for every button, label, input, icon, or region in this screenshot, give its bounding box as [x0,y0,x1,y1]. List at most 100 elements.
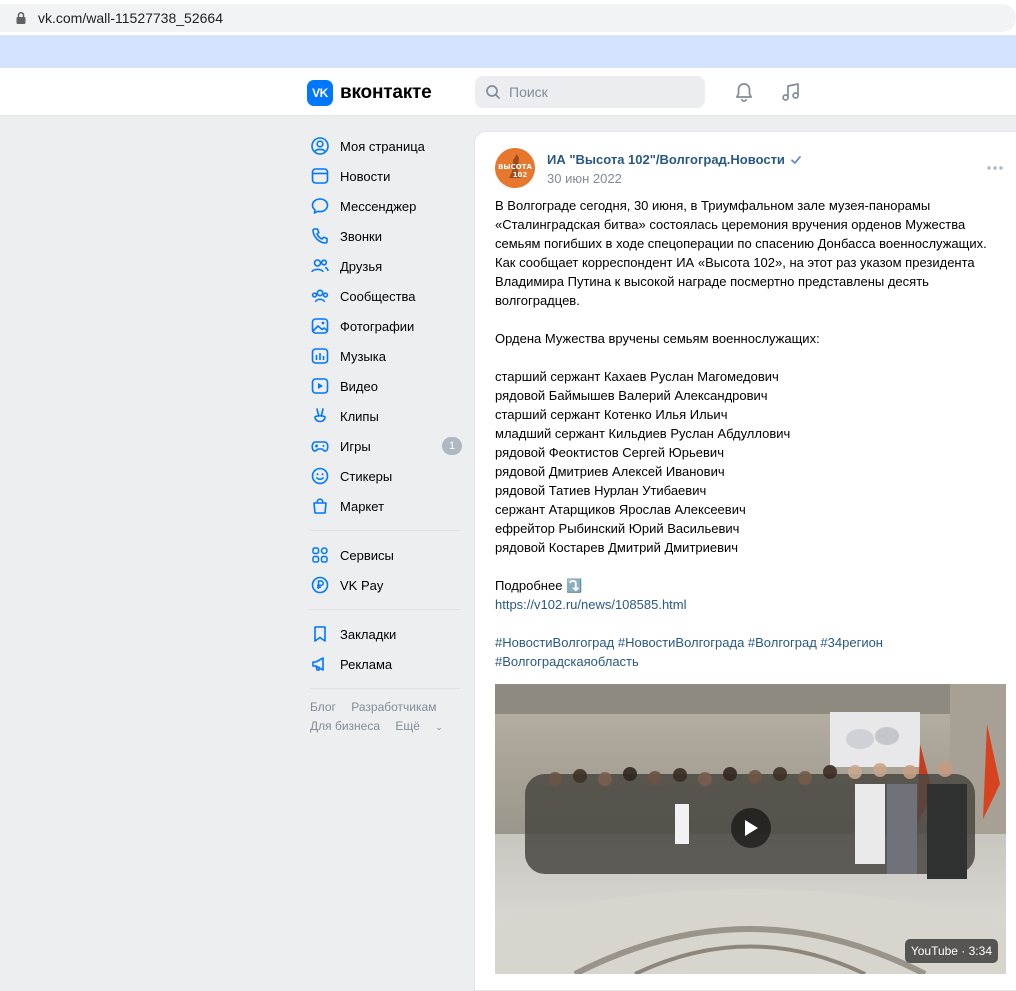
menu-divider [310,688,460,689]
services-menu: Сервисы VK Pay [300,540,470,600]
post-hashtags-line1[interactable]: #НовостиВолгоград #НовостиВолгограда #Во… [495,633,1000,652]
sidebar-item-label: Реклама [340,656,393,672]
sidebar-item-services[interactable]: Сервисы [300,540,470,570]
search-box[interactable] [475,76,705,108]
sidebar-item-market[interactable]: Маркет [300,491,470,521]
sidebar-item-user[interactable]: Моя страница [300,131,470,161]
menu-divider [310,530,460,531]
post-author-name[interactable]: ИА "Высота 102"/Волгоград.Новости [547,152,785,167]
friends-icon [310,256,330,276]
post-text: В Волгограде сегодня, 30 июня, в Триумфа… [495,196,1000,671]
user-icon [310,136,330,156]
extra-menu: Закладки Реклама [300,619,470,679]
post-text-line: Подробнее ⤵️ [495,578,583,593]
post-text-line: рядовой Татиев Нурлан Утибаевич [495,483,707,498]
verified-icon [791,155,801,164]
post-text-line: ефрейтор Рыбинский Юрий Васильевич [495,521,740,536]
sidebar-item-label: Игры [340,438,371,454]
services-icon [310,545,330,565]
avatar-text-top: ВЫСОТА [498,163,532,171]
sidebar-item-label: VK Pay [340,577,384,593]
url-field[interactable]: vk.com/wall-11527738_52664 [0,4,1016,32]
sidebar-item-message[interactable]: Мессенджер [300,191,470,221]
sidebar-item-games[interactable]: Игры 1 [300,431,470,461]
post-text-line [495,557,1000,576]
music-icon [310,346,330,366]
footer-link-business[interactable]: Для бизнеса [310,719,380,733]
post-text-line: рядовой Дмитриев Алексей Иванович [495,464,725,479]
sidebar-item-ads[interactable]: Реклама [300,649,470,679]
vk-logo-word: вконтакте [340,82,432,103]
post-spacer [495,614,1000,633]
vk-logo[interactable]: VK вконтакте [307,80,432,106]
sidebar-item-label: Звонки [340,228,382,244]
sidebar-item-clips[interactable]: Клипы [300,401,470,431]
play-icon [745,820,758,836]
url-text: vk.com/wall-11527738_52664 [38,10,223,26]
browser-toolbar-strip [0,36,1016,68]
music-note-icon[interactable] [779,80,803,104]
sidebar-item-news[interactable]: Новости [300,161,470,191]
stickers-icon [310,466,330,486]
more-options-icon[interactable] [985,158,1005,178]
site-header: VK вконтакте [0,68,1016,116]
sidebar-item-stickers[interactable]: Стикеры [300,461,470,491]
avatar-image: ВЫСОТА 102 [495,148,535,188]
ads-icon [310,654,330,674]
sidebar-item-label: Стикеры [340,468,393,484]
post-link[interactable]: https://v102.ru/news/108585.html [495,595,1000,614]
main-menu: Моя страница Новости Мессенджер Звонки Друзь… [300,131,470,521]
search-icon [486,85,500,99]
post-text-line: сержант Атарщиков Ярослав Алексеевич [495,502,746,517]
sidebar-item-label: Мессенджер [340,198,417,214]
sidebar-item-label: Моя страница [340,138,425,154]
post-text-line: рядовой Баймышев Валерий Александрович [495,388,768,403]
video-duration-badge: YouTube · 3:34 [904,939,998,963]
author-avatar[interactable]: ВЫСОТА 102 [495,148,535,188]
news-icon [310,166,330,186]
post-date[interactable]: 30 июн 2022 [547,171,622,186]
post-text-line: старший сержант Котенко Илья Ильич [495,407,728,422]
sidebar-item-friends[interactable]: Друзья [300,251,470,281]
post-text-line: младший сержант Кильдиев Руслан Абдуллов… [495,426,791,441]
chevron-down-icon: ⌄ [435,722,443,732]
photo-icon [310,316,330,336]
sidebar-item-label: Друзья [340,258,383,274]
footer-more-label: Ещё [395,719,420,733]
bell-icon[interactable] [732,80,756,104]
post-author[interactable]: ИА "Высота 102"/Волгоград.Новости [547,152,802,167]
notification-count-badge: 1 [442,437,462,455]
clips-icon [310,406,330,426]
sidebar-item-label: Сервисы [340,547,394,563]
search-input[interactable] [509,84,689,100]
market-icon [310,496,330,516]
sidebar-item-music[interactable]: Музыка [300,341,470,371]
vkpay-icon [310,575,330,595]
sidebar-item-photo[interactable]: Фотографии [300,311,470,341]
sidebar-item-vkpay[interactable]: VK Pay [300,570,470,600]
post-text-line [495,348,1000,367]
menu-divider [310,609,460,610]
phone-icon [310,226,330,246]
sidebar-item-bookmark[interactable]: Закладки [300,619,470,649]
video-attachment[interactable]: YouTube · 3:34 [495,684,1006,974]
post-text-line [495,310,1000,329]
sidebar-item-label: Новости [340,168,391,184]
left-sidebar: Моя страница Новости Мессенджер Звонки Друзь… [300,131,470,737]
footer-link-more[interactable]: Ещё ⌄ [395,719,454,733]
lock-icon [16,11,26,24]
post-text-line: рядовой Феоктистов Сергей Юрьевич [495,445,724,460]
post-body-lines: В Волгограде сегодня, 30 июня, в Триумфа… [495,196,1000,595]
footer-link-developers[interactable]: Разработчикам [351,700,436,714]
post-hashtags-line2[interactable]: #Волгоградскаяобласть [495,652,1000,671]
post-text-line: семьям погибших в ходе спецоперации по с… [495,236,987,251]
sidebar-item-phone[interactable]: Звонки [300,221,470,251]
post-text-line: Владимира Путина к высокой награде посме… [495,274,929,289]
browser-address-bar: vk.com/wall-11527738_52664 [0,0,1016,36]
sidebar-item-communities[interactable]: Сообщества [300,281,470,311]
avatar-text-bottom: 102 [513,171,528,179]
video-icon [310,376,330,396]
play-button[interactable] [731,808,771,848]
sidebar-item-video[interactable]: Видео [300,371,470,401]
footer-link-blog[interactable]: Блог [310,700,336,714]
